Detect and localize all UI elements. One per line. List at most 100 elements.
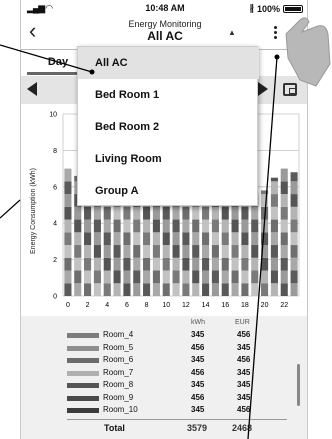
bar-segment [74, 219, 82, 233]
bar-segment [241, 257, 249, 271]
bar-segment [231, 270, 239, 284]
callout-line-chart [0, 199, 21, 219]
bar-segment [211, 232, 219, 246]
bar-segment [251, 206, 259, 220]
legend-kwh-value: 345 [191, 405, 205, 414]
bar-segment [133, 245, 141, 258]
bar-segment [64, 194, 72, 207]
legend-scrollbar[interactable] [297, 364, 300, 406]
bar-segment [202, 245, 210, 258]
bar-segment [221, 206, 229, 220]
menu-item-group-a[interactable]: Group A [78, 175, 259, 207]
previous-arrow-icon[interactable] [27, 82, 37, 96]
more-options-icon[interactable] [274, 26, 278, 39]
legend-eur-value: 456 [237, 330, 251, 339]
bar-segment [182, 219, 190, 233]
bar-segment [221, 270, 229, 284]
legend-kwh-value: 345 [191, 330, 205, 339]
bar-segment [251, 257, 259, 271]
legend-room-name: Room_6 [103, 355, 134, 364]
bar-segment [211, 206, 219, 220]
bar-segment [143, 257, 151, 271]
bar-segment [261, 270, 269, 284]
bluetooth-icon: ∦ [249, 3, 254, 13]
bar-segment [162, 257, 170, 271]
bar-segment [270, 245, 278, 258]
x-tick-label: 22 [280, 302, 288, 309]
bar-segment [103, 257, 111, 271]
bar-segment [162, 232, 170, 246]
menu-item-bed-room-2[interactable]: Bed Room 2 [78, 111, 259, 143]
legend-eur-value: 456 [237, 355, 251, 364]
legend-kwh-value: 456 [191, 342, 205, 352]
device-dropdown-menu: All AC Bed Room 1 Bed Room 2 Living Room… [77, 46, 259, 207]
bar-segment [152, 232, 160, 246]
legend-row: Room_9 456 345 [67, 393, 287, 403]
bar-segment [143, 283, 151, 296]
phone-screen: ▂▄▆ ◠ 10:48 AM ∦ 100% ‹ Energy Monitorin… [20, 0, 308, 439]
menu-item-living-room[interactable]: Living Room [78, 143, 259, 175]
device-selector-title[interactable]: All AC [21, 29, 307, 43]
next-arrow-icon[interactable] [258, 82, 268, 96]
legend-room-name: Room_5 [103, 342, 134, 352]
caret-up-icon[interactable]: ▲ [228, 28, 236, 37]
bar-segment [152, 257, 160, 271]
bar-segment [290, 257, 298, 271]
bar-segment [182, 232, 190, 246]
bar-segment [270, 181, 278, 195]
bar-segment [251, 283, 259, 296]
legend-kwh-value: 345 [191, 355, 205, 364]
bar-segment [74, 206, 82, 220]
bar-segment [172, 283, 180, 296]
y-axis-label: Energy Consumption (kWh) [30, 168, 37, 254]
legend-row: Room_4 345 456 [67, 330, 287, 340]
bar-segment [202, 219, 210, 233]
bar-segment [123, 232, 131, 246]
legend-swatch [67, 333, 99, 338]
bar-segment [261, 190, 269, 195]
x-tick-label: 16 [221, 302, 229, 309]
bar-segment [113, 206, 121, 220]
bar-segment [280, 194, 288, 207]
bar-segment [64, 257, 72, 271]
bar-segment [231, 219, 239, 233]
bar-segment [123, 283, 131, 296]
bar-segment [261, 194, 269, 207]
bar-segment [162, 283, 170, 296]
total-eur: 2468 [232, 423, 253, 433]
bar-segment [261, 206, 269, 220]
menu-item-bed-room-1[interactable]: Bed Room 1 [78, 79, 259, 111]
calendar-icon[interactable] [283, 83, 297, 96]
bar-segment [270, 283, 278, 296]
eur-column-header: EUR [235, 319, 250, 326]
bar-segment [202, 283, 210, 296]
total-kwh: 3579 [187, 423, 208, 433]
bar-segment [290, 245, 298, 258]
bar-segment [290, 172, 298, 182]
bar-segment [143, 245, 151, 258]
nav-title[interactable]: Energy Monitoring All AC [21, 19, 307, 43]
kwh-column-header: kWh [191, 319, 205, 326]
menu-item-all-ac[interactable]: All AC [78, 47, 259, 79]
bar-segment [162, 270, 170, 284]
bar-segment [74, 270, 82, 284]
bar-segment [84, 219, 92, 233]
bar-segment [241, 219, 249, 233]
legend-swatch [67, 370, 99, 376]
bar-segment [192, 245, 200, 258]
legend-swatch [67, 383, 99, 388]
status-bar: ▂▄▆ ◠ 10:48 AM ∦ 100% [21, 0, 307, 16]
bar-segment [93, 219, 101, 233]
bar-segment [152, 283, 160, 296]
x-tick-label: 2 [86, 302, 90, 309]
bar-segment [211, 219, 219, 233]
bar-segment [221, 219, 229, 233]
bar-segment [192, 257, 200, 271]
bar-segment [251, 245, 259, 258]
bar-segment [113, 257, 121, 271]
bar-segment [221, 257, 229, 271]
legend-room-name: Room_4 [103, 330, 134, 339]
x-tick-label: 18 [241, 302, 249, 309]
bar-segment [152, 206, 160, 220]
bar-segment [84, 232, 92, 246]
